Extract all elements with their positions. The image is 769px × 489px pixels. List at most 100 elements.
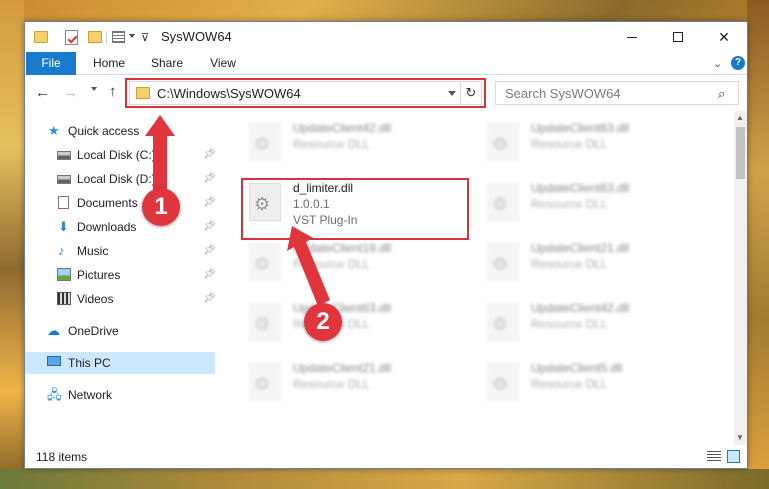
file-item[interactable]: UpdateClient42.dll Resource DLL (249, 121, 479, 173)
pin-icon[interactable]: 📌︎ (203, 149, 216, 160)
file-description: Resource DLL (531, 257, 608, 271)
address-history-icon[interactable] (448, 91, 456, 96)
file-name: UpdateClient42.dll (531, 301, 630, 315)
refresh-icon: ↻ (465, 85, 477, 100)
ribbon-tabs: File Home Share View ⌄ ? (25, 52, 747, 75)
sidebar-item-pictures[interactable]: Pictures 📌︎ (25, 264, 225, 286)
tab-file[interactable]: File (26, 52, 76, 75)
properties-icon[interactable] (65, 30, 78, 45)
tab-share[interactable]: Share (143, 52, 191, 75)
disk-icon (57, 175, 71, 184)
recent-locations-icon[interactable] (91, 87, 97, 91)
scroll-down-icon[interactable]: ▼ (736, 433, 744, 442)
sidebar-item-label: Videos (77, 292, 114, 306)
forward-arrow-icon[interactable]: → (63, 84, 78, 101)
file-description: Resource DLL (531, 317, 608, 331)
customize-toolbar-icon[interactable]: ⊽ (141, 31, 149, 47)
sidebar-item-label: Local Disk (D:) (77, 172, 156, 186)
minimize-icon (627, 36, 637, 38)
sidebar-item-local-disk-c[interactable]: Local Disk (C:) 📌︎ (25, 144, 225, 166)
address-bar[interactable]: C:\Windows\SysWOW64 (129, 81, 482, 105)
dll-file-icon (249, 363, 281, 401)
downloads-icon: ⬇ (58, 219, 69, 234)
videos-icon (57, 292, 71, 305)
sidebar-item-documents[interactable]: Documents 📌︎ (25, 192, 225, 214)
minimize-button[interactable] (609, 22, 655, 52)
sidebar-item-local-disk-d[interactable]: Local Disk (D:) 📌︎ (25, 168, 225, 190)
file-description: Resource DLL (531, 197, 608, 211)
dll-file-icon (249, 183, 281, 221)
sidebar-item-label: OneDrive (68, 324, 119, 338)
file-name: UpdateClient21.dll (531, 241, 630, 255)
new-folder-icon[interactable] (88, 31, 102, 43)
sidebar-item-label: Local Disk (C:) (77, 148, 156, 162)
back-arrow-icon[interactable]: ← (35, 84, 50, 101)
search-input[interactable]: Search SysWOW64 ⌕ (495, 81, 739, 105)
address-path[interactable]: C:\Windows\SysWOW64 (157, 86, 301, 101)
navigation-bar: ← → ↑ C:\Windows\SysWOW64 ↻ Search SysWO… (25, 75, 747, 111)
file-description: Resource DLL (293, 137, 370, 151)
tab-view[interactable]: View (203, 52, 243, 75)
file-description: VST Plug-In (293, 213, 358, 227)
vertical-scrollbar[interactable]: ▲ ▼ (734, 111, 747, 445)
navigation-pane: ★ Quick access Local Disk (C:) 📌︎ Local … (25, 111, 225, 445)
sidebar-item-videos[interactable]: Videos 📌︎ (25, 288, 225, 310)
item-count: 118 items (36, 450, 88, 464)
search-placeholder: Search SysWOW64 (505, 86, 621, 101)
tab-home[interactable]: Home (87, 52, 131, 75)
close-button[interactable]: ✕ (701, 22, 747, 52)
sidebar-item-label: Quick access (68, 124, 140, 138)
file-item[interactable]: UpdateClient21.dll Resource DLL (487, 241, 717, 293)
file-item[interactable]: UpdateClient63.dll Resource DLL (249, 301, 479, 353)
desktop-background-right (747, 0, 769, 489)
file-item-d-limiter[interactable]: d_limiter.dll 1.0.0.1 VST Plug-In (249, 181, 479, 233)
dll-file-icon (487, 243, 519, 281)
pin-icon[interactable]: 📌︎ (203, 197, 216, 208)
documents-icon (58, 196, 69, 209)
pictures-icon (57, 268, 71, 281)
pin-icon[interactable]: 📌︎ (203, 221, 216, 232)
sidebar-item-onedrive[interactable]: ☁ OneDrive (25, 320, 225, 342)
scrollbar-thumb[interactable] (736, 127, 745, 179)
pin-icon[interactable]: 📌︎ (203, 245, 216, 256)
up-arrow-icon[interactable]: ↑ (109, 83, 117, 100)
file-item[interactable]: UpdateClient63.dll Resource DLL (487, 121, 717, 173)
status-bar: 118 items (25, 445, 747, 468)
dll-file-icon (487, 183, 519, 221)
file-item[interactable]: UpdateClient63.dll Resource DLL (487, 181, 717, 233)
disk-icon (57, 151, 71, 160)
help-icon[interactable]: ? (731, 56, 745, 70)
refresh-button[interactable]: ↻ (460, 81, 482, 105)
large-icons-view-icon[interactable] (727, 450, 740, 463)
details-view-icon[interactable] (707, 451, 721, 462)
view-options-icon[interactable] (112, 31, 125, 43)
dll-file-icon (249, 243, 281, 281)
star-icon: ★ (48, 123, 60, 138)
search-icon: ⌕ (718, 86, 726, 101)
step-2-badge: 2 (304, 303, 342, 341)
sidebar-item-quick-access[interactable]: ★ Quick access (25, 120, 225, 142)
sidebar-item-downloads[interactable]: ⬇ Downloads 📌︎ (25, 216, 225, 238)
expand-ribbon-icon[interactable]: ⌄ (713, 57, 722, 70)
folder-icon (136, 87, 150, 99)
file-item[interactable]: UpdateClient5.dll Resource DLL (487, 361, 717, 413)
toolbar-separator (106, 31, 107, 45)
pin-icon[interactable]: 📌︎ (203, 293, 216, 304)
chevron-down-icon[interactable] (129, 34, 135, 38)
sidebar-item-this-pc[interactable]: This PC (25, 352, 215, 374)
file-item[interactable]: UpdateClient19.dll Resource DLL (249, 241, 479, 293)
sidebar-item-network[interactable]: 🖧︎ Network (25, 384, 225, 406)
pin-icon[interactable]: 📌︎ (203, 173, 216, 184)
sidebar-item-label: Documents (77, 196, 138, 210)
scroll-up-icon[interactable]: ▲ (736, 113, 744, 122)
sidebar-item-music[interactable]: ♪ Music 📌︎ (25, 240, 225, 262)
maximize-button[interactable] (655, 22, 701, 52)
computer-icon (47, 356, 61, 366)
file-item[interactable]: UpdateClient42.dll Resource DLL (487, 301, 717, 353)
dll-file-icon (487, 303, 519, 341)
pin-icon[interactable]: 📌︎ (203, 269, 216, 280)
sidebar-item-label: Downloads (77, 220, 137, 234)
file-description: Resource DLL (293, 257, 370, 271)
file-name: UpdateClient19.dll (293, 241, 392, 255)
file-item[interactable]: UpdateClient21.dll Resource DLL (249, 361, 479, 413)
